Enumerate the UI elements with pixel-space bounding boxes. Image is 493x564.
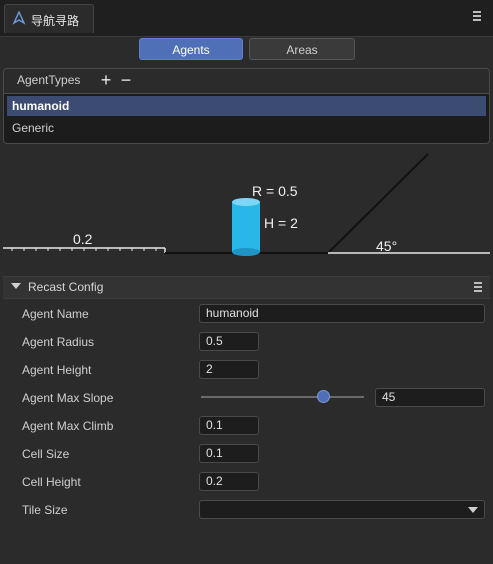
step-height-label: 0.2 bbox=[73, 231, 93, 247]
navigation-icon bbox=[12, 11, 26, 25]
agent-max-slope-field[interactable]: 45 bbox=[375, 388, 485, 407]
collapse-arrow-icon[interactable] bbox=[11, 283, 21, 289]
areas-tab-button[interactable]: Areas bbox=[249, 38, 355, 60]
step-platform bbox=[3, 247, 166, 253]
panel-menu-icon[interactable] bbox=[473, 11, 481, 21]
cell-height-label: Cell Height bbox=[22, 475, 81, 489]
agent-diagram: 0.2 R = 0.5 H = 2 45° bbox=[3, 153, 490, 256]
radius-label: R = 0.5 bbox=[252, 183, 298, 199]
list-item[interactable]: humanoid bbox=[7, 96, 486, 116]
chevron-down-icon[interactable] bbox=[468, 507, 478, 513]
agent-max-climb-field[interactable]: 0.1 bbox=[199, 416, 259, 435]
tab-navigation[interactable]: 导航寻路 bbox=[4, 4, 94, 33]
agent-name-field[interactable]: humanoid bbox=[199, 304, 485, 323]
cell-height-field[interactable]: 0.2 bbox=[199, 472, 259, 491]
max-slope-slider-handle[interactable] bbox=[316, 390, 330, 403]
height-label: H = 2 bbox=[264, 215, 298, 231]
tile-size-dropdown[interactable] bbox=[199, 500, 485, 519]
agent-types-title: AgentTypes bbox=[17, 73, 81, 87]
add-agent-type-button[interactable]: + bbox=[97, 70, 115, 90]
agent-types-header: AgentTypes + − bbox=[4, 69, 489, 94]
section-menu-icon[interactable] bbox=[474, 282, 482, 294]
remove-agent-type-button[interactable]: − bbox=[117, 70, 135, 90]
agent-max-climb-label: Agent Max Climb bbox=[22, 419, 114, 433]
agent-height-field[interactable]: 2 bbox=[199, 360, 259, 379]
tab-title: 导航寻路 bbox=[31, 14, 80, 28]
agent-cylinder bbox=[232, 198, 260, 256]
cell-size-field[interactable]: 0.1 bbox=[199, 444, 259, 463]
agent-types-list: AgentTypes + − humanoid Generic bbox=[3, 68, 490, 144]
agent-radius-field[interactable]: 0.5 bbox=[199, 332, 259, 351]
section-title: Recast Config bbox=[28, 280, 104, 294]
agents-tab-button[interactable]: Agents bbox=[139, 38, 243, 60]
tile-size-label: Tile Size bbox=[22, 503, 68, 517]
recast-config-header[interactable]: Recast Config bbox=[3, 276, 490, 299]
agent-max-slope-label: Agent Max Slope bbox=[22, 391, 114, 405]
agent-name-label: Agent Name bbox=[22, 307, 89, 321]
list-item[interactable]: Generic bbox=[7, 118, 486, 138]
agent-height-label: Agent Height bbox=[22, 363, 92, 377]
max-slope-slider-track[interactable] bbox=[201, 396, 364, 398]
cell-size-label: Cell Size bbox=[22, 447, 70, 461]
slope-angle-label: 45° bbox=[376, 238, 397, 254]
panel-tabbar: 导航寻路 bbox=[0, 0, 493, 37]
agent-radius-label: Agent Radius bbox=[22, 335, 95, 349]
